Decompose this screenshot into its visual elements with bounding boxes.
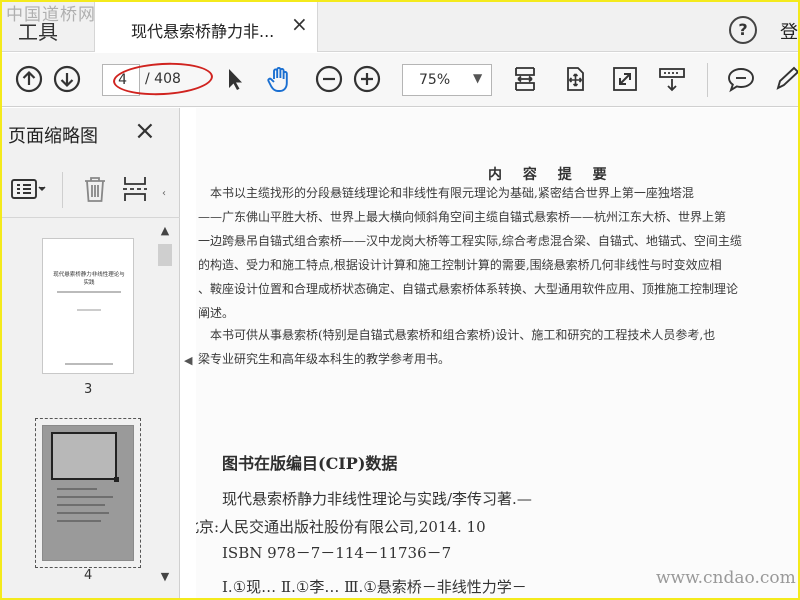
close-icon[interactable]: × — [134, 116, 156, 146]
tab-bar: 中国道桥网 工具 现代悬索桥静力非... × ? 登 — [2, 2, 798, 52]
thumbnail-text-line — [65, 363, 113, 365]
page-organize-icon[interactable] — [120, 174, 150, 204]
help-icon[interactable]: ? — [729, 16, 757, 44]
cip-line: 现代悬索桥静力非线性理论与实践/李传习著.— — [222, 490, 532, 508]
zoom-select[interactable]: 75% ▼ — [402, 64, 492, 96]
abstract-line: 本书可供从事悬索桥(特别是自锚式悬索桥和组合索桥)设计、施工和研究的工程技术人员… — [210, 328, 716, 342]
thumbnail-text-line — [57, 504, 105, 506]
abstract-line: 一边跨悬吊自锚式组合索桥——汉中龙岗大桥等工程实际,综合考虑混合梁、自锚式、地锚… — [198, 234, 742, 248]
abstract-line: 阐述。 — [198, 306, 235, 320]
select-cursor-icon[interactable] — [220, 64, 250, 94]
abstract-title: 内 容 提 要 — [488, 167, 615, 183]
thumbnail-options-icon[interactable] — [10, 174, 50, 204]
panel-toolbar: ‹ — [2, 162, 180, 218]
app-window: 中国道桥网 工具 现代悬索桥静力非... × ? 登 4 / 408 75% ▼… — [0, 0, 800, 600]
thumbnail-text-line — [57, 488, 97, 490]
scrollbar-thumb[interactable] — [158, 244, 172, 266]
thumbnail-panel: 页面缩略图 × ‹ 现代悬索桥静力非线性理论与实践 3 4 ▲ ▼ — [2, 108, 180, 598]
thumbnail-cover-title: 现代悬索桥静力非线性理论与实践 — [53, 272, 125, 286]
watermark-bottom: www.cndao.com — [656, 568, 796, 588]
collapse-panel-icon[interactable]: ◀ — [184, 354, 192, 367]
tab-document[interactable]: 现代悬索桥静力非... × — [94, 2, 318, 52]
thumbnail-text-line — [77, 309, 101, 311]
more-icon[interactable]: ‹ — [162, 188, 166, 199]
cip-line: ISBN 978－7－114－11736－7 — [222, 544, 452, 562]
thumbnail-text-line — [57, 496, 113, 498]
chevron-down-icon: ▼ — [473, 71, 483, 85]
cip-line: Ⅰ.①现… Ⅱ.①李… Ⅲ.①悬索桥－非线性力学－ — [222, 578, 527, 596]
cip-line: 北京:人民交通出版社股份有限公司,2014. 10 — [196, 518, 486, 536]
pen-icon[interactable] — [772, 64, 798, 94]
hand-icon[interactable] — [264, 64, 294, 94]
zoom-out-icon[interactable] — [314, 64, 344, 94]
thumbnail-label: 3 — [84, 382, 93, 397]
thumbnail-text-line — [57, 520, 101, 522]
fit-width-icon[interactable] — [510, 64, 540, 94]
zoom-in-icon[interactable] — [352, 64, 382, 94]
document-tab-title: 现代悬索桥静力非... — [131, 22, 275, 41]
abstract-line: 、鞍座设计位置和合理成桥状态确定、自锚式悬索桥体系转换、大型通用软件应用、顶推施… — [198, 282, 739, 296]
thumbnail-text-line — [57, 291, 121, 293]
comment-icon[interactable] — [726, 64, 756, 94]
thumbnail-text-line — [57, 512, 109, 514]
toolbar-divider — [707, 63, 708, 97]
abstract-line: ——广东佛山平胜大桥、世界上最大横向倾斜角空间主缆自锚式悬索桥——杭州江东大桥、… — [198, 210, 727, 224]
thumbnail-resize-handle[interactable] — [114, 477, 119, 482]
abstract-line: 本书以主缆找形的分段悬链线理论和非线性有限元理论为基础,紧密结合世界上第一座独塔… — [210, 186, 694, 200]
thumbnail-page-3[interactable]: 现代悬索桥静力非线性理论与实践 — [42, 238, 134, 374]
abstract-line: 的构造、受力和施工特点,根据设计计算和施工控制计算的需要,围绕悬索桥几何非线性与… — [198, 258, 722, 272]
scroll-mode-icon[interactable] — [657, 64, 687, 94]
zoom-value: 75% — [419, 72, 451, 88]
panel-title: 页面缩略图 — [8, 126, 98, 147]
arrow-down-icon[interactable] — [52, 64, 82, 94]
close-icon[interactable]: × — [291, 14, 308, 34]
arrow-up-icon[interactable] — [14, 64, 44, 94]
thumbnail-page-4[interactable] — [42, 425, 134, 561]
thumbnail-scrollbar[interactable]: ▲ ▼ — [154, 218, 176, 598]
tab-tools[interactable]: 工具 — [18, 16, 58, 45]
thumbnail-list: 现代悬索桥静力非线性理论与实践 3 4 — [2, 218, 154, 598]
abstract-line: 梁专业研究生和高年级本科生的教学参考用书。 — [198, 352, 451, 366]
chevron-down-icon[interactable]: ▼ — [158, 570, 172, 584]
thumbnail-label: 4 — [84, 568, 93, 583]
cip-title: 图书在版编目(CIP)数据 — [222, 454, 398, 473]
trash-icon[interactable] — [80, 174, 110, 204]
panel-divider — [62, 172, 63, 208]
chevron-up-icon[interactable]: ▲ — [158, 224, 172, 238]
thumbnail-viewport — [51, 432, 117, 480]
document-view: 内 容 提 要 本书以主缆找形的分段悬链线理论和非线性有限元理论为基础,紧密结合… — [196, 108, 798, 598]
login-button[interactable]: 登 — [780, 18, 798, 44]
fullscreen-icon[interactable] — [610, 64, 640, 94]
fit-page-icon[interactable] — [560, 64, 590, 94]
